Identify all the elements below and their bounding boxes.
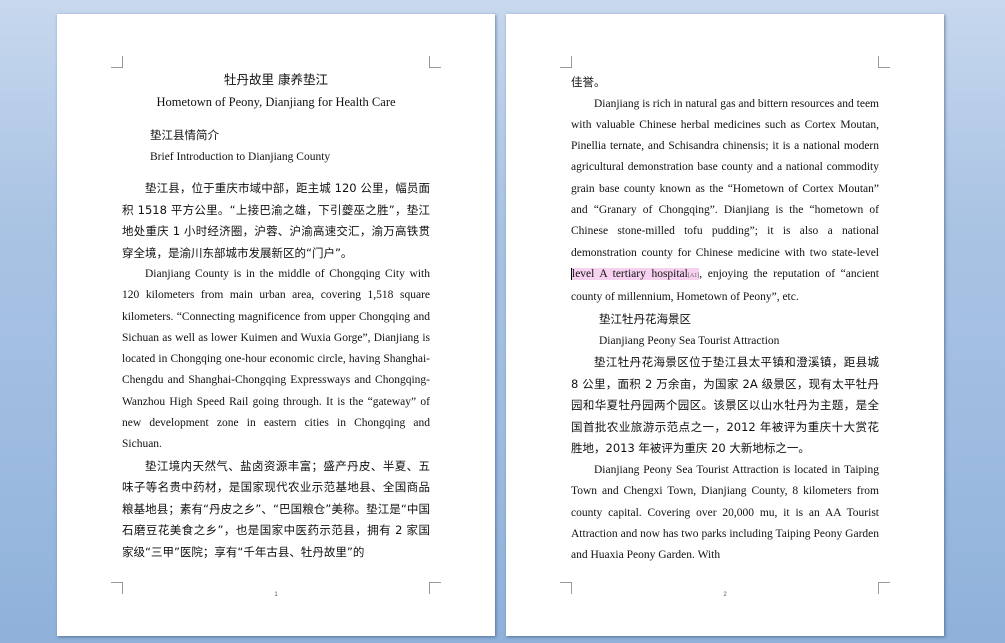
page-number: 1 [274, 592, 278, 598]
title-chinese: 牡丹故里 康养垫江 [224, 72, 328, 87]
crop-mark-top-right [878, 56, 890, 68]
document-page-2[interactable]: 佳誉。 Dianjiang is rich in natural gas and… [506, 14, 944, 636]
paragraph-english-2: Dianjiang is rich in natural gas and bit… [571, 94, 879, 309]
comment-highlight[interactable]: level A tertiary hospital[A1] [571, 267, 700, 280]
subtitle-chinese: 垫江县情简介 [150, 128, 219, 142]
paragraph-english-1: Dianjiang County is in the middle of Cho… [122, 268, 430, 451]
crop-mark-top-left [560, 56, 572, 68]
page-1-body[interactable]: 牡丹故里 康养垫江 Hometown of Peony, Dianjiang f… [122, 70, 430, 563]
highlighted-text: level A tertiary hospital [572, 267, 688, 280]
title-english: Hometown of Peony, Dianjiang for Health … [156, 95, 396, 109]
crop-mark-top-left [111, 56, 123, 68]
paragraph-chinese-2: 垫江境内天然气、盐卤资源丰富；盛产丹皮、半夏、五味子等名贵中药材，是国家现代农业… [122, 458, 430, 559]
continued-text-chinese: 佳誉。 [571, 75, 606, 89]
page-2-body[interactable]: 佳誉。 Dianjiang is rich in natural gas and… [571, 72, 879, 566]
comment-reference[interactable]: [A1] [688, 273, 699, 279]
subtitle-english-2: Dianjiang Peony Sea Tourist Attraction [599, 335, 780, 348]
subtitle-english: Brief Introduction to Dianjiang County [150, 151, 331, 163]
paragraph-english-3: Dianjiang Peony Sea Tourist Attraction i… [571, 463, 879, 562]
crop-mark-top-right [429, 56, 441, 68]
paragraph-chinese-1: 垫江县，位于重庆市域中部，距主城 120 公里，幅员面积 1518 平方公里。“… [122, 181, 430, 260]
document-page-1[interactable]: 牡丹故里 康养垫江 Hometown of Peony, Dianjiang f… [57, 14, 495, 636]
subtitle-chinese-2: 垫江牡丹花海景区 [599, 312, 691, 327]
page-number: 2 [723, 592, 727, 598]
paragraph-chinese-3: 垫江牡丹花海景区位于垫江县太平镇和澄溪镇，距县城 8 公里，面积 2 万余亩，为… [571, 355, 879, 456]
paragraph-text-before-highlight: Dianjiang is rich in natural gas and bit… [571, 97, 879, 259]
